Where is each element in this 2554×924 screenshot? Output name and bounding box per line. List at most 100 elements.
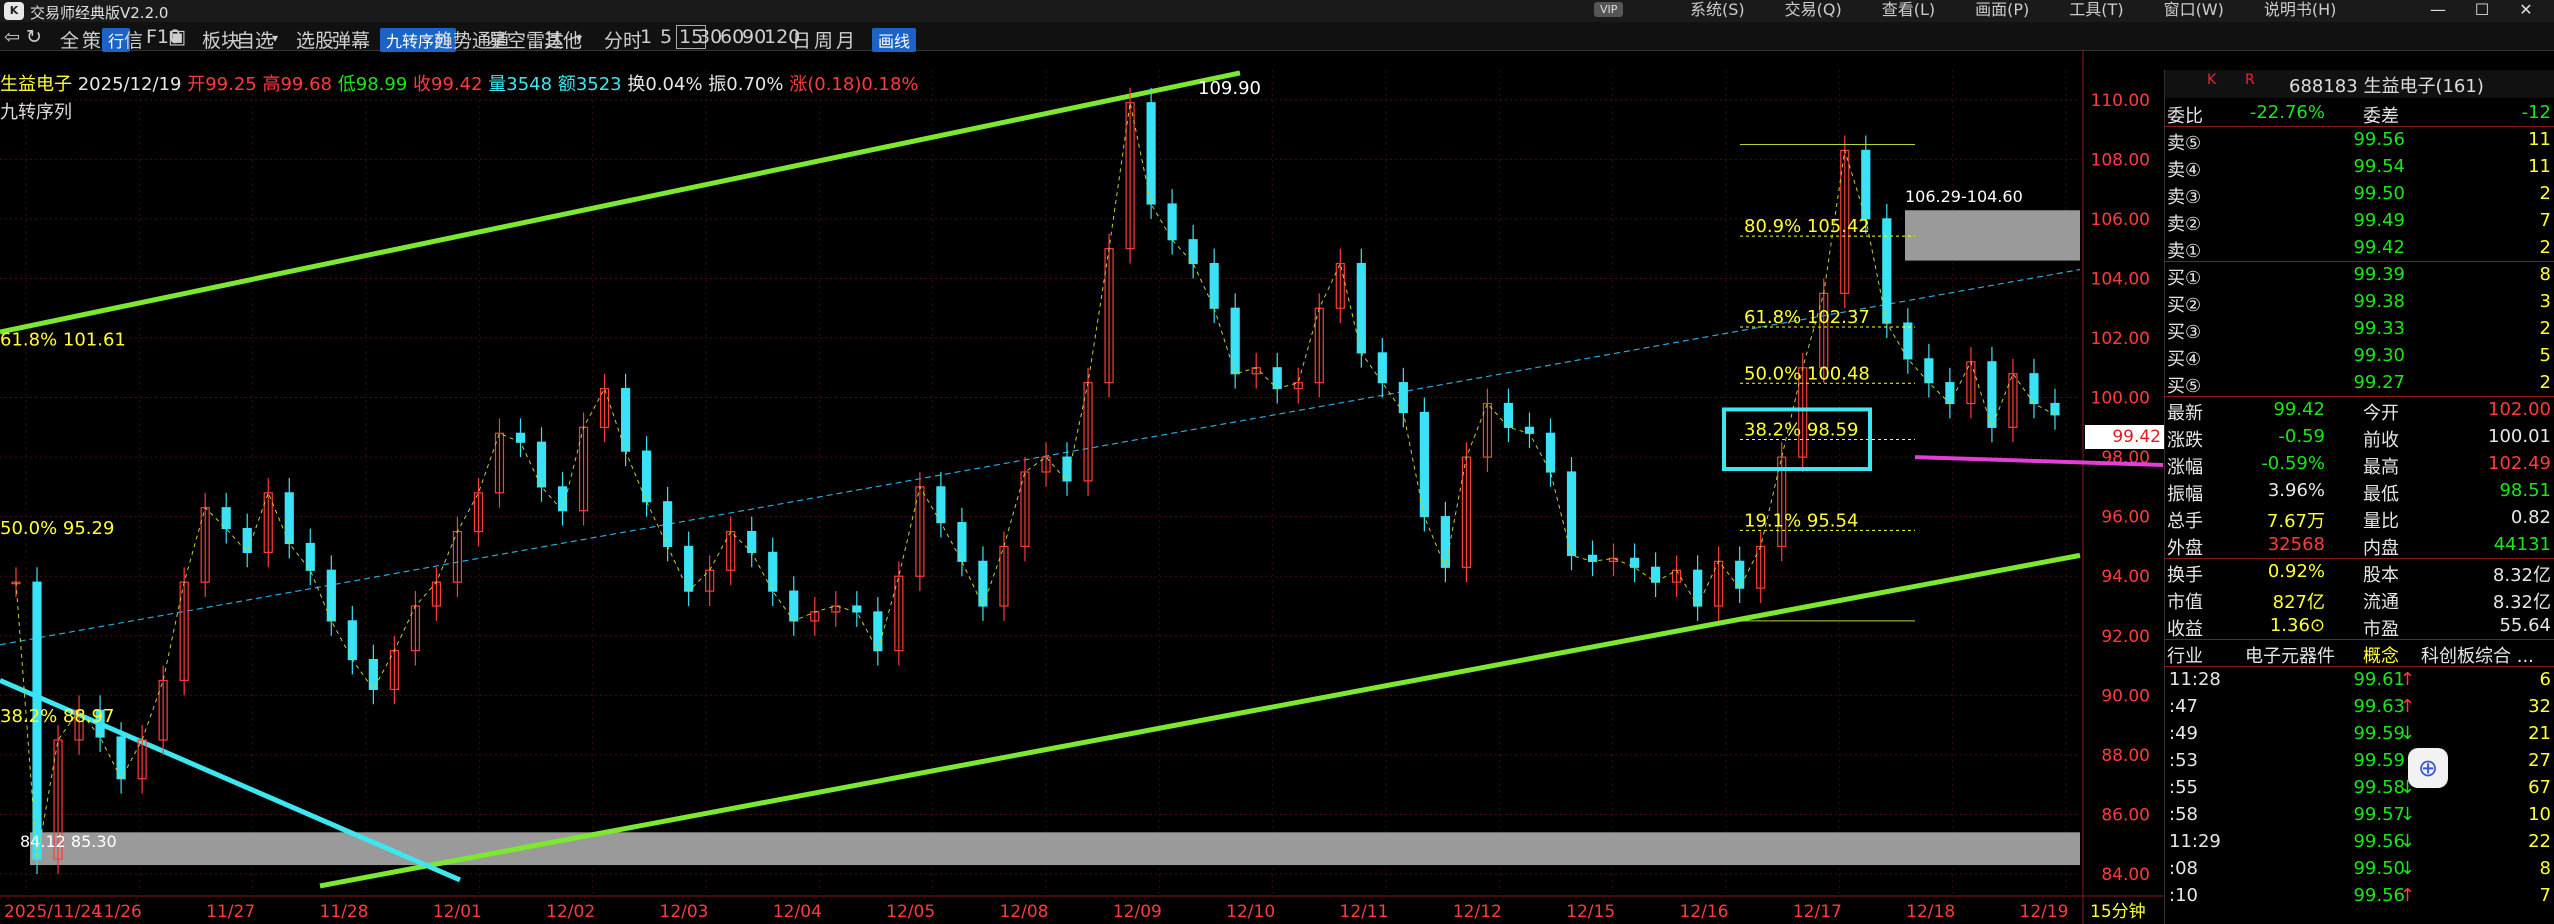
chevron-down-icon[interactable]: ▾ [576, 31, 582, 45]
high-price-label: 109.90 [1198, 78, 1261, 99]
stat-value: 55.64 [2499, 615, 2551, 636]
candle-body [1903, 322, 1913, 360]
candle-body [768, 551, 778, 592]
tick-volume: 21 [2528, 723, 2551, 744]
tick-time: :08 [2169, 858, 2198, 879]
quote-panel: K R 688183 生益电子(161) 委比 -22.76% 委差 -12 卖⑤ 99.… [2164, 70, 2554, 924]
toolbar-item-draw[interactable]: 画线 [872, 28, 917, 52]
candle-body [1146, 102, 1156, 205]
stat-label: 总手 [2167, 511, 2203, 532]
tick-row-2: :49 99.59 ↓ 21 [2165, 721, 2554, 747]
period-1m[interactable]: 1 [640, 26, 652, 48]
candle-body [1650, 566, 1661, 583]
y-tick-label: 92.00 [2101, 627, 2150, 647]
buy-volume: 5 [2539, 345, 2551, 366]
tick-time: :58 [2169, 804, 2198, 825]
sell-price: 99.50 [2353, 183, 2405, 204]
toolbar-item-danmaku[interactable]: 弹幕 [332, 26, 370, 53]
x-tick-label: 11/26 [93, 902, 142, 922]
fib-level-left: 50.0% 95.29 [0, 518, 114, 539]
period-30m[interactable]: 30 [698, 26, 722, 48]
sell-label: 卖② [2167, 214, 2202, 235]
menu-item-6[interactable]: 说明书(H) [2244, 0, 2357, 22]
menu-item-3[interactable]: 画面(P) [1955, 0, 2049, 22]
tick-row-4: :55 99.58 ↓ 67 [2165, 775, 2554, 801]
buy-row-2: 买③ 99.33 2 [2165, 316, 2554, 343]
sell-label: 卖③ [2167, 187, 2202, 208]
title-bar: K 交易师经典版V2.2.0 VIP 系统(S) 交易(Q) 查看(L) 画面(P) 工… [0, 0, 2554, 22]
tick-price: 99.63 [2353, 696, 2405, 717]
stat-label: 市盈 [2363, 619, 2399, 640]
vip-badge[interactable]: VIP [1594, 2, 1624, 17]
toolbar-item-info[interactable]: 信 [124, 26, 143, 53]
period-60m[interactable]: 60 [720, 26, 744, 48]
tick-row-0: 11:28 99.61 ↑ 6 [2165, 667, 2554, 693]
y-tick-label: 94.00 [2101, 567, 2150, 587]
y-tick-label: 102.00 [2091, 329, 2150, 349]
period-week[interactable]: 周 [814, 26, 833, 53]
menu-item-4[interactable]: 工具(T) [2049, 0, 2143, 22]
tick-row-1: :47 99.63 ↑ 32 [2165, 694, 2554, 720]
toolbar-item-all[interactable]: 全 [60, 26, 79, 53]
tick-row-6: 11:29 99.56 ↓ 22 [2165, 829, 2554, 855]
chevron-down-icon[interactable]: ▾ [272, 31, 278, 45]
tick-volume: 8 [2539, 858, 2551, 879]
tick-arrow: ↑ [2399, 669, 2415, 690]
fib-level-right: 19.1% 95.54 [1744, 510, 1858, 531]
menu-item-2[interactable]: 查看(L) [1862, 0, 1955, 22]
period-day[interactable]: 日 [792, 26, 811, 53]
candle-body [2029, 373, 2039, 405]
stat-row-4: 总手 7.67万 量比 0.82 [2165, 505, 2554, 532]
menu-item-5[interactable]: 窗口(W) [2144, 0, 2244, 22]
stat-value: 32568 [2267, 534, 2325, 555]
r-tab[interactable]: R [2245, 72, 2255, 88]
sell-row-2: 卖③ 99.50 2 [2165, 181, 2554, 208]
tick-price: 99.56 [2353, 885, 2405, 906]
menu-item-1[interactable]: 交易(Q) [1765, 0, 1862, 22]
buy-volume: 2 [2539, 372, 2551, 393]
stat-label: 最高 [2363, 457, 2399, 478]
toolbar-item-screener[interactable]: 选股 [296, 26, 334, 53]
stock-turnover: 换0.04% [627, 74, 703, 95]
stat-value: 7.67万 [2266, 511, 2325, 532]
assistant-icon[interactable]: ⊕ [2408, 748, 2448, 788]
tick-price: 99.59 [2353, 750, 2405, 771]
stock-amount: 额3523 [557, 74, 622, 95]
tick-row-5: :58 99.57 ↓ 10 [2165, 802, 2554, 828]
stock-open: 开99.25 [187, 74, 257, 95]
stat-value: -0.59% [2261, 453, 2325, 474]
zone-label: 106.29-104.60 [1905, 187, 2023, 206]
stock-amplitude: 振0.70% [708, 74, 784, 95]
candle-body [747, 530, 757, 553]
buy-price: 99.33 [2353, 318, 2405, 339]
stat-value: 8.32亿 [2492, 565, 2551, 586]
chart-canvas[interactable]: 84.0086.0088.0090.0092.0094.0096.0098.00… [0, 50, 2163, 924]
close-icon[interactable]: ✕ [2504, 0, 2548, 20]
refresh-icon[interactable]: ↻ [26, 26, 42, 48]
period-5m[interactable]: 5 [660, 26, 672, 48]
toolbar-item-strategy[interactable]: 策 [82, 26, 101, 53]
toolbar-item-watchlist[interactable]: 自选 [236, 26, 274, 53]
menu-item-0[interactable]: 系统(S) [1670, 0, 1765, 22]
tick-price: 99.59 [2353, 723, 2405, 744]
toolbar-item-sector[interactable]: 板块 [202, 26, 240, 53]
period-90m[interactable]: 90 [742, 26, 766, 48]
candle-body [1398, 382, 1408, 414]
tick-row-3: :53 99.59 27 [2165, 748, 2554, 774]
layout-icon[interactable]: ▣ [168, 26, 186, 48]
buy-label: 买⑤ [2167, 376, 2202, 397]
maximize-icon[interactable]: ☐ [2460, 0, 2504, 20]
kline-tab[interactable]: K [2207, 72, 2216, 88]
tick-price: 99.61 [2353, 669, 2405, 690]
stat-value: 827亿 [2272, 592, 2325, 613]
x-tick-label: 2025/11/24 [4, 902, 102, 922]
period-intraday[interactable]: 分时 [604, 26, 642, 53]
stock-high: 高99.68 [262, 74, 333, 95]
kline-chart[interactable]: 84.00 86.00 88.00 90.00 92.00 94.00 96.00 98.00… [0, 50, 2163, 924]
indicator-name: 九转序列 [0, 102, 72, 123]
weibi-label: 委比 [2167, 106, 2203, 127]
back-icon[interactable]: ⇦ [4, 26, 20, 48]
minimize-icon[interactable]: — [2416, 0, 2460, 20]
period-month[interactable]: 月 [836, 26, 855, 53]
tick-price: 99.57 [2353, 804, 2405, 825]
